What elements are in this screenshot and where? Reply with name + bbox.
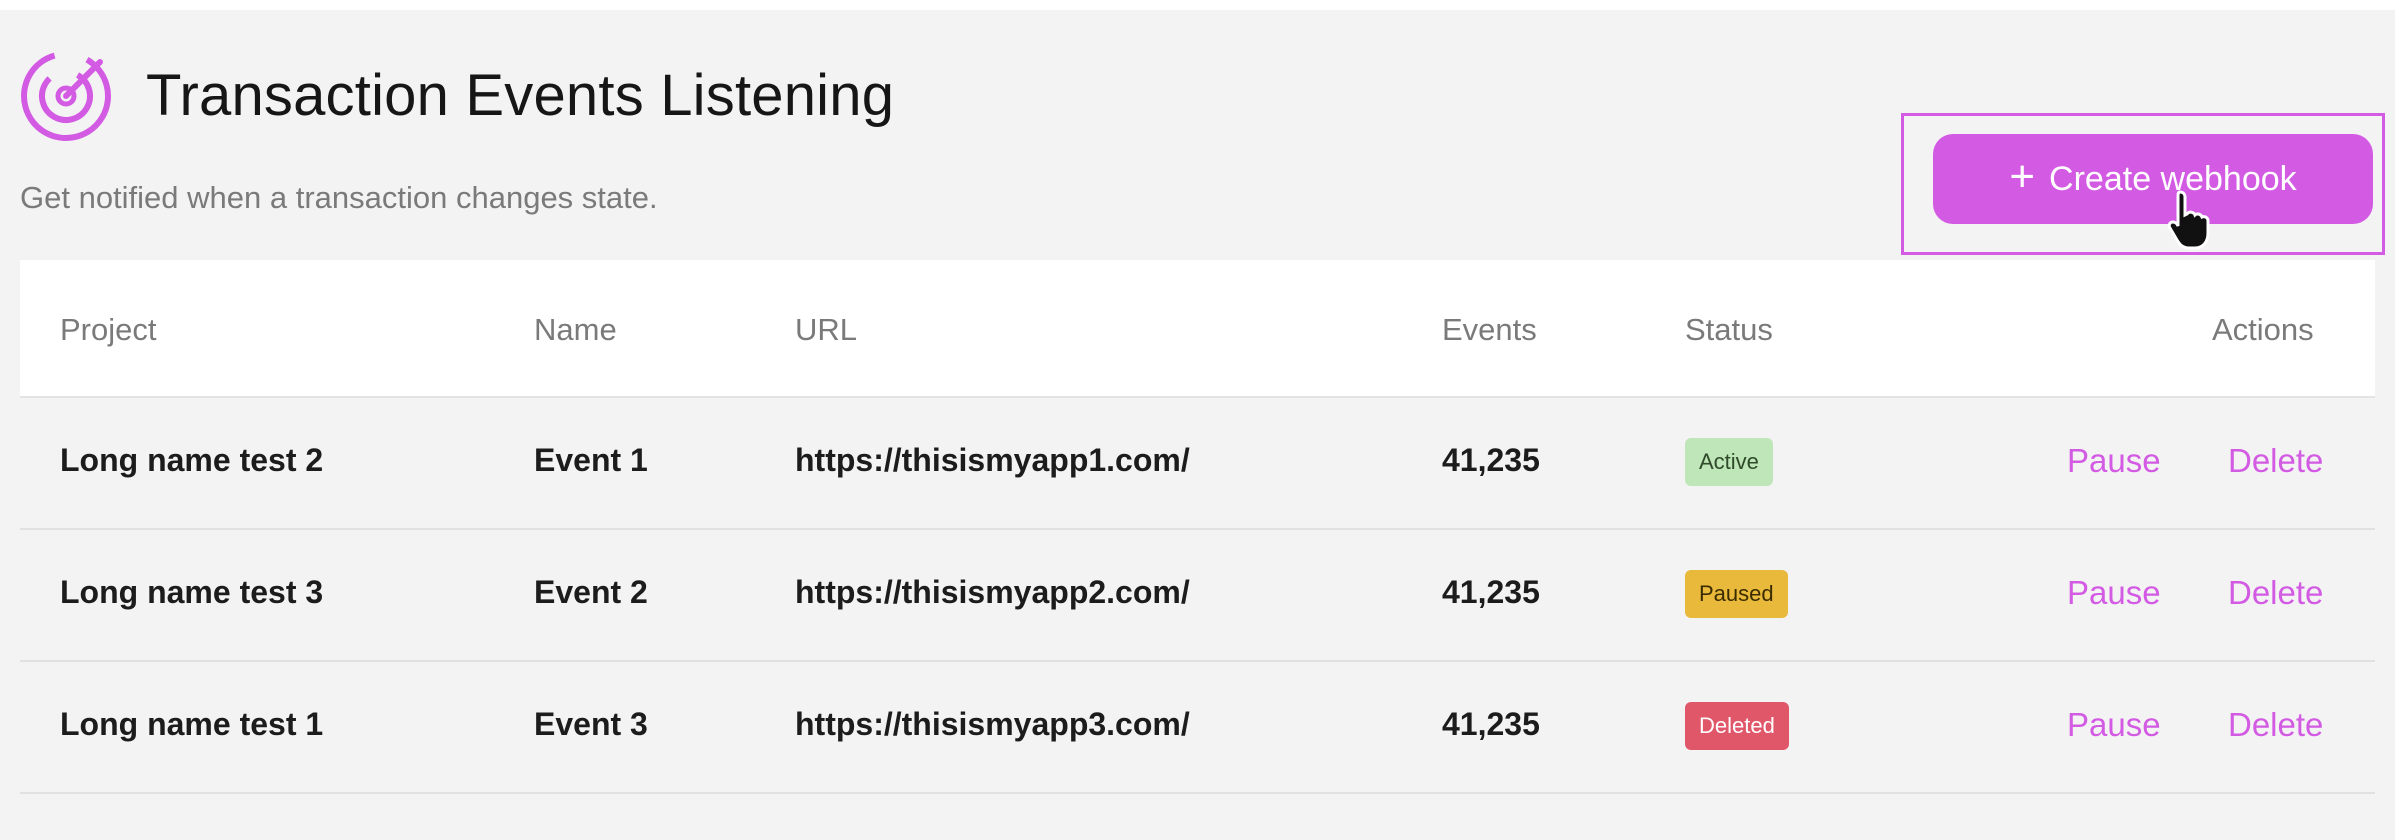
name-cell: Event 1 xyxy=(534,442,648,478)
table-row: Long name test 2 Event 1 https://thisism… xyxy=(20,398,2375,530)
hand-pointer-icon xyxy=(2167,190,2210,250)
events-cell: 41,235 xyxy=(1442,574,1540,610)
status-badge: Deleted xyxy=(1685,702,1789,750)
table-row: Long name test 3 Event 2 https://thisism… xyxy=(20,530,2375,662)
pause-link[interactable]: Pause xyxy=(2067,442,2161,480)
name-cell: Event 3 xyxy=(534,706,648,742)
project-cell: Long name test 1 xyxy=(60,706,324,742)
column-header-project: Project xyxy=(60,312,157,347)
column-header-url: URL xyxy=(795,312,858,347)
project-cell: Long name test 3 xyxy=(60,574,324,610)
column-header-status: Status xyxy=(1685,312,1773,347)
column-header-events: Events xyxy=(1442,312,1537,347)
delete-link[interactable]: Delete xyxy=(2228,442,2323,480)
url-cell: https://thisismyapp2.com/ xyxy=(795,574,1190,610)
page-subtitle: Get notified when a transaction changes … xyxy=(20,180,658,215)
page-title: Transaction Events Listening xyxy=(146,63,895,128)
events-cell: 41,235 xyxy=(1442,706,1540,742)
create-webhook-button[interactable]: + Create webhook xyxy=(1933,134,2373,224)
status-badge: Paused xyxy=(1685,570,1788,618)
delete-link[interactable]: Delete xyxy=(2228,574,2323,612)
table-row: Long name test 1 Event 3 https://thisism… xyxy=(20,662,2375,794)
url-cell: https://thisismyapp3.com/ xyxy=(795,706,1190,742)
top-strip xyxy=(0,0,2395,10)
webhook-table: Project Name URL Events Status Actions L… xyxy=(20,260,2375,800)
name-cell: Event 2 xyxy=(534,574,648,610)
project-cell: Long name test 2 xyxy=(60,442,324,478)
status-badge: Active xyxy=(1685,438,1773,486)
pause-link[interactable]: Pause xyxy=(2067,574,2161,612)
radar-target-icon xyxy=(21,51,111,141)
table-header: Project Name URL Events Status Actions xyxy=(20,260,2375,398)
column-header-name: Name xyxy=(534,312,617,347)
column-header-actions: Actions xyxy=(2212,312,2314,347)
events-cell: 41,235 xyxy=(1442,442,1540,478)
url-cell: https://thisismyapp1.com/ xyxy=(795,442,1190,478)
delete-link[interactable]: Delete xyxy=(2228,706,2323,744)
plus-icon: + xyxy=(2009,152,2036,201)
pause-link[interactable]: Pause xyxy=(2067,706,2161,744)
